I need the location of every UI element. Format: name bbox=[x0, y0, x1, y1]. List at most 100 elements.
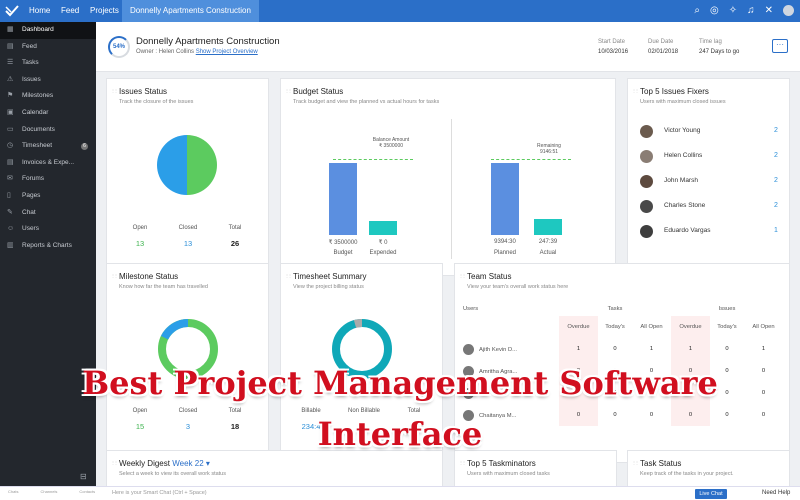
invoice-icon: ▤ bbox=[7, 158, 14, 166]
start-date-value: 10/03/2016 bbox=[598, 49, 629, 55]
nav-current-project[interactable]: Donnelly Apartments Construction bbox=[122, 0, 259, 22]
bottom-bar: Chats Channels Contacts Here is your Smart… bbox=[0, 486, 800, 500]
overlay-title-line2: Interface bbox=[317, 415, 483, 453]
donut-closed bbox=[160, 319, 189, 340]
more-options-button[interactable]: ··· bbox=[772, 39, 788, 53]
sidebar-item-issues[interactable]: ⚠ Issues bbox=[0, 72, 96, 89]
sidebar-item-users[interactable]: ☺ Users bbox=[0, 221, 96, 238]
count-cell[interactable]: 0 bbox=[710, 338, 744, 360]
card-title: Milestone Status bbox=[111, 272, 178, 281]
gamepad-icon[interactable]: ◎ bbox=[710, 5, 719, 17]
remaining-line bbox=[491, 159, 571, 160]
week-select[interactable]: Week 22 ▾ bbox=[172, 459, 210, 468]
billable-label: Billable bbox=[301, 408, 321, 414]
open-count[interactable]: 13 bbox=[125, 239, 155, 248]
progress-ring: 54% bbox=[108, 36, 130, 58]
pages-icon: ▯ bbox=[7, 191, 11, 199]
person-name[interactable]: Charles Stone bbox=[664, 202, 705, 209]
sidebar-item-documents[interactable]: ▭ Documents bbox=[0, 122, 96, 139]
nav-home[interactable]: Home bbox=[29, 0, 50, 22]
users-icon: ☺ bbox=[7, 225, 15, 233]
count-cell[interactable]: 0 bbox=[598, 338, 632, 360]
card-title: Issues Status bbox=[111, 87, 167, 96]
sidebar-item-label: Forums bbox=[22, 175, 45, 183]
milestones-icon: ⚑ bbox=[7, 92, 14, 100]
tools-icon[interactable]: ✕ bbox=[765, 5, 773, 17]
sidebar-item-label: Calendar bbox=[22, 108, 49, 116]
sidebar-item-feed[interactable]: ▤ Feed bbox=[0, 39, 96, 56]
issue-count[interactable]: 2 bbox=[774, 152, 778, 159]
user-name[interactable]: Ajith Kevin D... bbox=[479, 347, 517, 353]
sidebar-item-milestones[interactable]: ⚑ Milestones bbox=[0, 88, 96, 105]
bottom-tab-contacts[interactable]: Contacts bbox=[79, 489, 95, 494]
sidebar-item-calendar[interactable]: ▣ Calendar bbox=[0, 105, 96, 122]
budget-bar-planned[interactable] bbox=[491, 163, 519, 235]
list-item[interactable]: John Marsh 2 bbox=[640, 173, 780, 189]
balance-line bbox=[333, 159, 413, 160]
avatar-icon[interactable] bbox=[783, 5, 794, 16]
show-overview-link[interactable]: Show Project Overview bbox=[196, 49, 258, 55]
sidebar-item-reports-charts[interactable]: ▥ Reports & Charts bbox=[0, 238, 96, 255]
time-lag-block: Time lag 247 Days to go bbox=[699, 39, 739, 55]
total-label: Total bbox=[407, 408, 421, 414]
app-logo-icon[interactable] bbox=[5, 4, 19, 18]
budget-bar-expended[interactable] bbox=[369, 221, 397, 235]
list-item[interactable]: Eduardo Vargas 1 bbox=[640, 223, 780, 239]
count-cell[interactable]: 1 bbox=[559, 338, 598, 360]
card-title: Weekly Digest Week 22 ▾ bbox=[111, 459, 210, 468]
chart-divider bbox=[451, 119, 452, 259]
card-title: Task Status bbox=[632, 459, 681, 468]
list-item[interactable]: Charles Stone 2 bbox=[640, 198, 780, 214]
budget-bar-actual[interactable] bbox=[534, 219, 562, 235]
count-cell[interactable]: 1 bbox=[744, 338, 783, 360]
sidebar-item-tasks[interactable]: ☰ Tasks bbox=[0, 55, 96, 72]
card-subtitle: Users with maximum closed tasks bbox=[467, 471, 550, 477]
person-name[interactable]: Victor Young bbox=[664, 127, 700, 134]
avatar bbox=[463, 343, 474, 355]
sidebar-item-invoices-expe[interactable]: ▤ Invoices & Expe... bbox=[0, 155, 96, 172]
issue-count[interactable]: 2 bbox=[774, 202, 778, 209]
subheader-today-s: Today's bbox=[605, 324, 625, 330]
open-label: Open bbox=[132, 408, 148, 414]
table-row[interactable]: Ajith Kevin D... 1 0 1 1 0 1 bbox=[463, 338, 783, 360]
sidebar-item-timesheet[interactable]: ◷ Timesheet 6 bbox=[0, 138, 96, 155]
person-name[interactable]: John Marsh bbox=[664, 177, 698, 184]
sidebar-item-label: Dashboard bbox=[22, 26, 54, 33]
person-name[interactable]: Helen Collins bbox=[664, 152, 702, 159]
count-cell[interactable]: 1 bbox=[670, 338, 710, 360]
sidebar-item-forums[interactable]: ✉ Forums bbox=[0, 171, 96, 188]
smart-chat-input[interactable]: Here is your Smart Chat (Ctrl + Space) bbox=[112, 490, 207, 496]
list-item[interactable]: Victor Young 2 bbox=[640, 123, 780, 139]
sidebar-item-dashboard[interactable]: ▦ Dashboard bbox=[0, 22, 96, 39]
sidebar-item-pages[interactable]: ▯ Pages bbox=[0, 188, 96, 205]
issue-count[interactable]: 1 bbox=[774, 227, 778, 234]
subheader-overdue: Overdue bbox=[559, 316, 598, 338]
due-date-label: Due Date bbox=[648, 39, 674, 45]
collapse-sidebar-button[interactable]: ⊟ bbox=[80, 472, 87, 481]
bar-value: 247:39 bbox=[538, 239, 558, 245]
card-subtitle: Know how far the team has travelled bbox=[119, 284, 208, 290]
need-help-link[interactable]: Need Help bbox=[762, 490, 790, 496]
reports-icon: ▥ bbox=[7, 241, 14, 249]
bottom-tab-chats[interactable]: Chats bbox=[8, 489, 18, 494]
search-icon[interactable]: ⌕ bbox=[694, 5, 700, 17]
list-item[interactable]: Helen Collins 2 bbox=[640, 148, 780, 164]
closed-count[interactable]: 13 bbox=[173, 239, 203, 248]
issue-count[interactable]: 2 bbox=[774, 177, 778, 184]
card-subtitle: View your team's overall work status her… bbox=[467, 284, 569, 290]
person-name[interactable]: Eduardo Vargas bbox=[664, 227, 711, 234]
sidebar-item-chat[interactable]: ✎ Chat bbox=[0, 205, 96, 222]
bulb-icon[interactable]: ✧ bbox=[729, 5, 737, 17]
issue-count[interactable]: 2 bbox=[774, 127, 778, 134]
count-cell[interactable]: 1 bbox=[632, 338, 671, 360]
nav-feed[interactable]: Feed bbox=[61, 0, 79, 22]
nav-projects[interactable]: Projects bbox=[90, 0, 119, 22]
card-title: Top 5 Issues Fixers bbox=[632, 87, 709, 96]
bell-icon[interactable]: ♫ bbox=[747, 5, 755, 17]
budget-bar-budget[interactable] bbox=[329, 163, 357, 235]
live-chat-button[interactable]: Live Chat bbox=[695, 489, 727, 499]
time-lag-label: Time lag bbox=[699, 39, 722, 45]
feed-icon: ▤ bbox=[7, 42, 14, 50]
timesheet-count-badge: 6 bbox=[81, 143, 88, 151]
bottom-tab-channels[interactable]: Channels bbox=[40, 489, 57, 494]
